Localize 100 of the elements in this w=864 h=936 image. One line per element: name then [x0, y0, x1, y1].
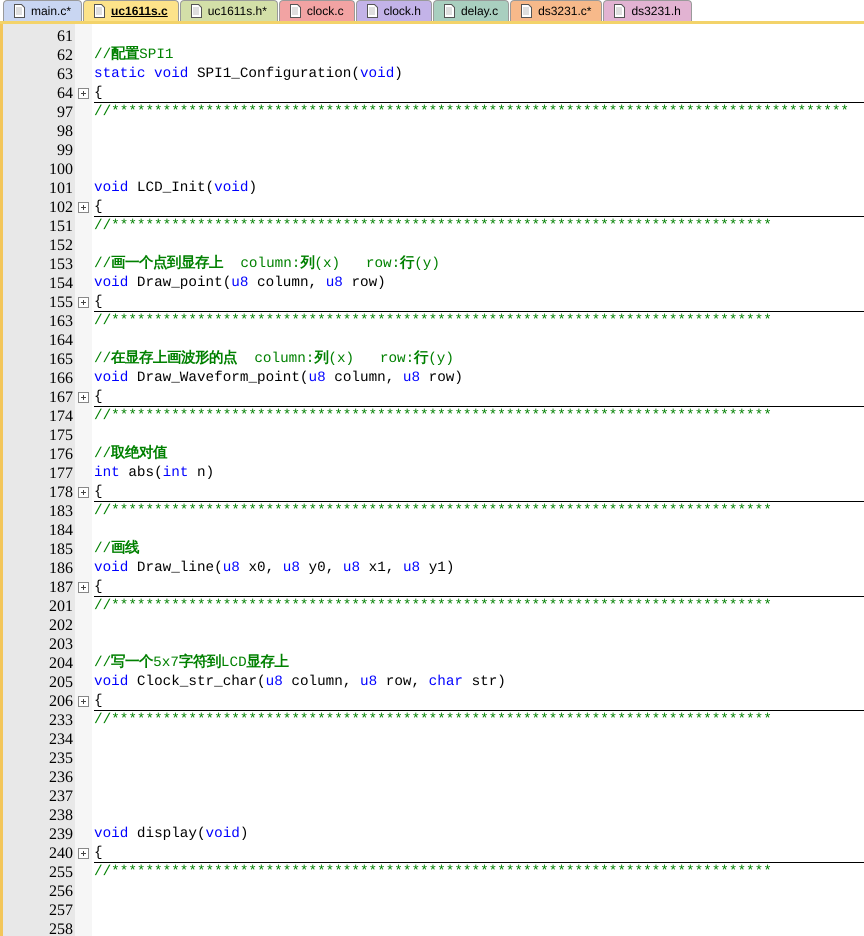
expand-icon[interactable]	[78, 297, 89, 308]
code-line: void Clock_str_char(u8 column, u8 row, char str)	[94, 673, 506, 692]
code-line: void LCD_Init(void)	[94, 179, 258, 198]
code-line: int abs(int n)	[94, 464, 214, 483]
expand-icon[interactable]	[78, 392, 89, 403]
line-number: 99	[56, 141, 74, 160]
line-number: 101	[48, 179, 74, 198]
line-number: 202	[48, 616, 74, 635]
file-icon	[94, 4, 106, 18]
line-number: 153	[48, 255, 74, 274]
code-line: //写一个5x7字符到LCD显存上	[94, 654, 289, 673]
expand-icon[interactable]	[78, 202, 89, 213]
line-number: 175	[48, 426, 74, 445]
code-line: void Draw_line(u8 x0, u8 y0, u8 x1, u8 y1)	[94, 559, 454, 578]
line-number: 238	[48, 806, 74, 825]
line-number: 235	[48, 749, 74, 768]
line-number: 163	[48, 312, 74, 331]
line-number: 62	[56, 46, 74, 65]
line-number: 201	[48, 597, 74, 616]
line-number: 155	[48, 293, 74, 312]
code-line: //取绝对值	[94, 445, 168, 464]
line-number: 64	[56, 84, 74, 103]
code-line: {	[94, 84, 103, 102]
code-line: //*****************************************************************************	[94, 407, 772, 426]
line-number: 258	[48, 920, 74, 936]
file-tab[interactable]: uc1611s.c	[83, 0, 179, 21]
expand-icon[interactable]	[78, 487, 89, 498]
code-line: {	[94, 388, 103, 406]
file-tab[interactable]: ds3231.c*	[510, 0, 602, 21]
line-number: 234	[48, 730, 74, 749]
line-number: 165	[48, 350, 74, 369]
line-number: 187	[48, 578, 74, 597]
file-tab[interactable]: delay.c	[432, 0, 510, 21]
expand-icon[interactable]	[78, 696, 89, 707]
code-line: void Draw_Waveform_point(u8 column, u8 row)	[94, 369, 463, 388]
expand-icon[interactable]	[78, 88, 89, 99]
file-tab[interactable]: clock.h	[356, 0, 432, 21]
code-line: void display(void)	[94, 825, 248, 844]
line-number: 233	[48, 711, 74, 730]
code-line: static void SPI1_Configuration(void)	[94, 65, 403, 84]
file-icon	[190, 4, 202, 18]
file-tab[interactable]: clock.c	[278, 0, 355, 21]
expand-icon[interactable]	[78, 848, 89, 859]
code-line: //**************************************************************************************	[94, 103, 849, 122]
line-number: 257	[48, 901, 74, 920]
file-tab[interactable]: ds3231.h	[603, 0, 692, 21]
line-number: 61	[56, 27, 74, 46]
line-number: 102	[48, 198, 74, 217]
line-number: 203	[48, 635, 74, 654]
code-line: //*****************************************************************************	[94, 312, 772, 331]
line-number: 255	[48, 863, 74, 882]
line-number: 98	[56, 122, 74, 141]
line-number: 178	[48, 483, 74, 502]
file-icon	[521, 4, 532, 18]
line-number: 256	[48, 882, 74, 901]
code-line: //画线	[94, 540, 140, 559]
code-line: {	[94, 482, 103, 502]
line-number: 239	[48, 825, 74, 844]
line-number: 206	[48, 692, 74, 711]
line-number: 237	[48, 787, 74, 806]
line-number: 204	[48, 654, 74, 673]
line-number: 177	[48, 464, 74, 483]
code-line: //配置SPI1	[94, 46, 174, 65]
code-line: //在显存上画波形的点 column:列(x) row:行(y)	[94, 350, 454, 369]
line-number: 205	[48, 673, 74, 692]
code-line: //*****************************************************************************	[94, 502, 772, 521]
code-line: //画一个点到显存上 column:列(x) row:行(y)	[94, 255, 440, 274]
file-tab[interactable]: main.c*	[3, 0, 82, 21]
file-icon	[14, 4, 25, 18]
code-line: {	[94, 844, 103, 862]
line-number: 151	[48, 217, 74, 236]
code-line: //*****************************************************************************	[94, 597, 772, 616]
line-number: 176	[48, 445, 74, 464]
file-icon	[444, 4, 455, 18]
line-number: 240	[48, 844, 74, 863]
line-number: 184	[48, 521, 74, 540]
file-tab[interactable]: uc1611s.h*	[180, 0, 278, 21]
code-line: void Draw_point(u8 column, u8 row)	[94, 274, 386, 293]
code-line: {	[94, 198, 103, 216]
line-number: 154	[48, 274, 74, 293]
line-number: 167	[48, 388, 74, 407]
line-number: 236	[48, 768, 74, 787]
code-line: {	[94, 692, 103, 710]
code-line: {	[94, 578, 103, 596]
code-line: //*****************************************************************************	[94, 711, 772, 730]
line-number: 164	[48, 331, 74, 350]
code-line: //*****************************************************************************	[94, 863, 772, 882]
file-icon	[614, 4, 626, 18]
line-number: 185	[48, 540, 74, 559]
line-number: 97	[56, 103, 74, 122]
code-line: {	[94, 292, 103, 312]
file-icon	[366, 4, 378, 18]
line-number: 100	[48, 160, 74, 179]
expand-icon[interactable]	[78, 582, 89, 593]
line-number: 166	[48, 369, 74, 388]
line-number: 174	[48, 407, 74, 426]
file-icon	[290, 4, 301, 18]
line-number: 186	[48, 559, 74, 578]
line-number: 183	[48, 502, 74, 521]
code-line: //*****************************************************************************	[94, 217, 772, 236]
